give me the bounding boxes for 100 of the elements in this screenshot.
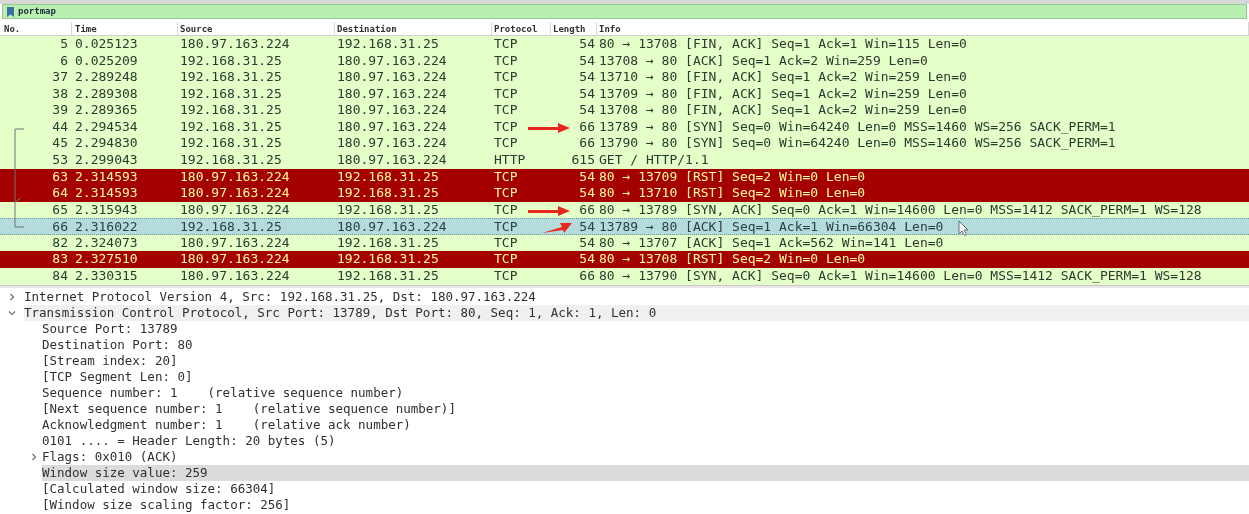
annotation-arrow [526, 122, 572, 134]
table-cell: 180.97.163.224 [337, 69, 447, 85]
packet-row[interactable]: 83 2.327510 180.97.163.224 192.168.31.25 TCP 54 80 → 13708 [RST] Seq=2 Win=0 Len=0 [0, 251, 1249, 268]
table-cell: 64 [52, 185, 68, 201]
table-cell: 2.289248 [75, 69, 138, 85]
table-cell: 54 [579, 234, 595, 250]
table-cell: 44 [52, 118, 68, 134]
table-cell: 192.168.31.25 [337, 267, 439, 283]
table-cell: 45 [52, 135, 68, 151]
table-cell: 2.316022 [75, 219, 138, 235]
table-cell: TCP [494, 168, 518, 184]
table-cell: TCP [494, 251, 518, 267]
table-cell: 80 → 13709 [RST] Seq=2 Win=0 Len=0 [599, 168, 866, 184]
table-cell: 80 → 13789 [SYN, ACK] Seq=0 Ack=1 Win=14600 Len=0 MSS=1412 SACK_PERM=1 WS=128 [599, 201, 1202, 217]
table-cell: 13710 → 80 [FIN, ACK] Seq=1 Ack=2 Win=259 Len=0 [599, 69, 967, 85]
tree-item[interactable]: [Next sequence number: 1 (relative sequence number)] [42, 401, 1249, 417]
table-cell: 66 [579, 201, 595, 217]
bookmark-icon[interactable] [7, 6, 14, 17]
table-cell: 2.294534 [75, 118, 138, 134]
column-header[interactable]: Protocol [494, 24, 538, 34]
tree-item[interactable]: Transmission Control Protocol, Src Port: 13789, Dst Port: 80, Seq: 1, Ack: 1, Len: 0 [24, 305, 1249, 321]
table-cell: 66 [52, 219, 68, 235]
table-cell: 66 [579, 118, 595, 134]
table-cell: 54 [579, 102, 595, 118]
table-cell: 192.168.31.25 [180, 219, 282, 235]
table-cell: TCP [494, 118, 518, 134]
cursor-icon [958, 220, 969, 236]
table-cell: 63 [52, 168, 68, 184]
table-cell: 180.97.163.224 [337, 118, 447, 134]
table-cell: 180.97.163.224 [337, 102, 447, 118]
table-cell: 192.168.31.25 [337, 251, 439, 267]
table-cell: 192.168.31.25 [180, 118, 282, 134]
chevron-down-icon[interactable] [8, 309, 16, 317]
table-cell: 5 [60, 36, 68, 51]
table-cell: 180.97.163.224 [180, 267, 290, 283]
table-cell: 13789 → 80 [ACK] Seq=1 Ack=1 Win=66304 Len=0 [599, 219, 944, 235]
table-cell: 54 [579, 52, 595, 68]
tree-item[interactable]: [Calculated window size: 66304] [42, 481, 1249, 497]
filter-bar[interactable]: portmap [2, 4, 1247, 19]
table-cell: 192.168.31.25 [337, 36, 439, 51]
table-cell: 54 [579, 251, 595, 267]
tree-item[interactable]: Acknowledgment number: 1 (relative ack number) [42, 417, 1249, 433]
table-cell: 65 [52, 201, 68, 217]
tree-item[interactable]: [Stream index: 20] [42, 353, 1249, 369]
tree-item[interactable]: [Window size scaling factor: 256] [42, 497, 1249, 513]
tree-item[interactable]: 0101 .... = Header Length: 20 bytes (5) [42, 433, 1249, 449]
table-cell: 13708 → 80 [FIN, ACK] Seq=1 Ack=2 Win=259 Len=0 [599, 102, 967, 118]
column-header[interactable]: Info [599, 24, 621, 34]
column-header[interactable]: Destination [337, 24, 397, 34]
table-cell: 54 [579, 85, 595, 101]
tree-item[interactable]: Source Port: 13789 [42, 321, 1249, 337]
column-header[interactable]: Length [553, 24, 586, 34]
table-cell: 80 → 13790 [SYN, ACK] Seq=0 Ack=1 Win=14600 Len=0 MSS=1412 SACK_PERM=1 WS=128 [599, 267, 1202, 283]
tree-item[interactable]: Sequence number: 1 (relative sequence number) [42, 385, 1249, 401]
table-cell: 180.97.163.224 [337, 151, 447, 167]
table-cell: 180.97.163.224 [337, 135, 447, 151]
table-cell: 80 → 13708 [FIN, ACK] Seq=1 Ack=1 Win=115 Len=0 [599, 36, 967, 51]
table-cell: 80 → 13710 [RST] Seq=2 Win=0 Len=0 [599, 185, 866, 201]
packet-row[interactable]: 64 2.314593 180.97.163.224 192.168.31.25 TCP 54 80 → 13710 [RST] Seq=2 Win=0 Len=0 [0, 185, 1249, 202]
tree-item[interactable]: Destination Port: 80 [42, 337, 1249, 353]
table-cell: TCP [494, 234, 518, 250]
table-cell: 66 [579, 135, 595, 151]
table-cell: 192.168.31.25 [180, 102, 282, 118]
table-cell: 2.294830 [75, 135, 138, 151]
table-cell: TCP [494, 52, 518, 68]
table-cell: 180.97.163.224 [337, 85, 447, 101]
table-cell: 192.168.31.25 [180, 85, 282, 101]
table-cell: 2.289308 [75, 85, 138, 101]
table-cell: 180.97.163.224 [180, 36, 290, 51]
table-cell: 54 [579, 219, 595, 235]
table-cell: 2.315943 [75, 201, 138, 217]
table-cell: 84 [52, 267, 68, 283]
packet-row[interactable]: 66 2.316022 192.168.31.25 180.97.163.224 TCP 54 13789 → 80 [ACK] Seq=1 Ack=1 Win=66304 Len=0 [0, 218, 1249, 235]
table-cell: 37 [52, 69, 68, 85]
table-cell: 192.168.31.25 [337, 201, 439, 217]
table-cell: 6 [60, 52, 68, 68]
table-cell: 2.314593 [75, 168, 138, 184]
tree-item[interactable]: Window size value: 259 [42, 465, 1249, 481]
table-cell: 192.168.31.25 [337, 185, 439, 201]
column-header[interactable]: Source [180, 24, 213, 34]
table-cell: TCP [494, 36, 518, 51]
chevron-right-icon[interactable] [8, 293, 16, 301]
table-cell: 180.97.163.224 [337, 219, 447, 235]
table-cell: 13709 → 80 [FIN, ACK] Seq=1 Ack=2 Win=259 Len=0 [599, 85, 967, 101]
column-header[interactable]: No. [4, 24, 21, 34]
table-cell: 180.97.163.224 [180, 185, 290, 201]
chevron-right-icon[interactable] [30, 453, 38, 461]
table-cell: 13790 → 80 [SYN] Seq=0 Win=64240 Len=0 MSS=1460 WS=256 SACK_PERM=1 [599, 135, 1116, 151]
tree-item[interactable]: Internet Protocol Version 4, Src: 192.168.31.25, Dst: 180.97.163.224 [24, 289, 1249, 305]
tree-item[interactable]: Flags: 0x010 (ACK) [42, 449, 1249, 465]
table-cell: 192.168.31.25 [180, 52, 282, 68]
table-cell: TCP [494, 185, 518, 201]
tree-item[interactable]: [TCP Segment Len: 0] [42, 369, 1249, 385]
column-header[interactable]: Time [75, 24, 97, 34]
table-cell: 2.324073 [75, 234, 138, 250]
table-cell: 180.97.163.224 [180, 251, 290, 267]
table-cell: 192.168.31.25 [180, 151, 282, 167]
annotation-arrow [526, 205, 572, 217]
table-cell: TCP [494, 201, 518, 217]
table-cell: 0.025209 [75, 52, 138, 68]
